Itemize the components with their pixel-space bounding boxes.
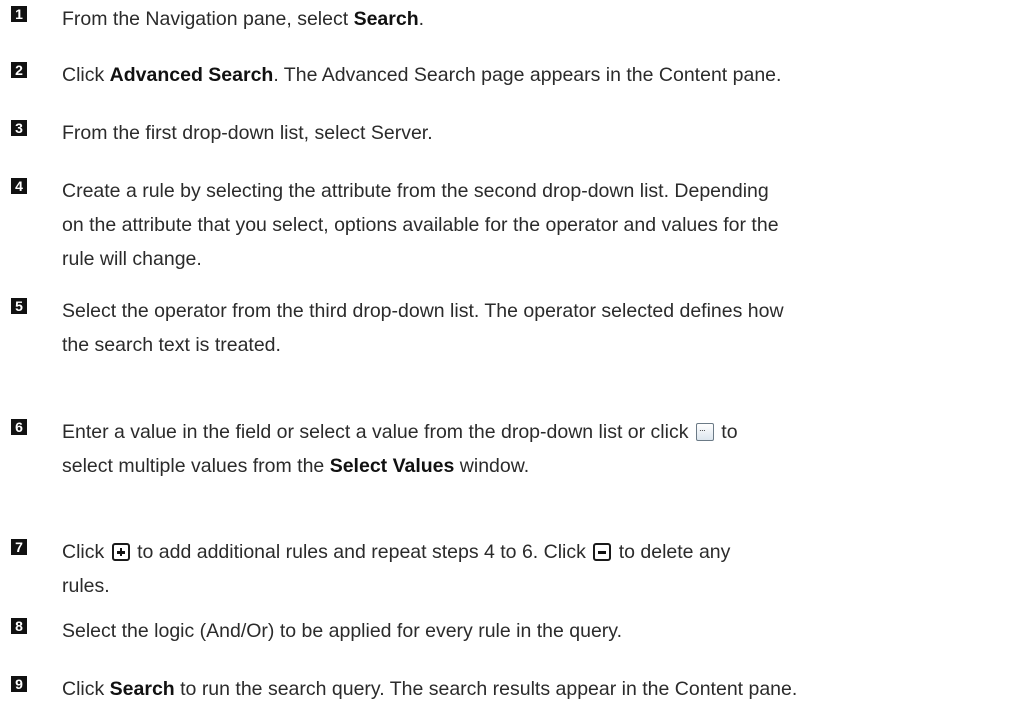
step-text-segment: rule will change. — [62, 248, 202, 270]
step-text-line: select multiple values from the Select V… — [62, 449, 1024, 483]
step-text-segment: Select the logic (And/Or) to be applied … — [62, 620, 623, 642]
step-number-badge: 3 — [11, 120, 27, 136]
step-text-segment: the search text is treated. — [62, 334, 281, 356]
step-text-line: rule will change. — [62, 242, 1024, 276]
add-rule-icon — [111, 543, 130, 561]
ui-element-name: Search — [109, 678, 175, 700]
step-text: Select the logic (And/Or) to be applied … — [62, 614, 1024, 648]
ui-element-name: Search — [353, 8, 419, 30]
step-text-segment: window. — [454, 455, 530, 477]
step-text-segment: to run the search query. The search resu… — [174, 678, 798, 700]
step-number-badge: 5 — [11, 298, 27, 314]
step-text-line: rules. — [62, 569, 1024, 603]
step-text-segment: From the Navigation pane, select — [62, 8, 354, 30]
step-text-segment: Click — [62, 541, 110, 563]
step-number-badge: 7 — [11, 539, 27, 555]
step-text-line: Click Advanced Search. The Advanced Sear… — [62, 58, 1024, 92]
step-text-segment: Select the operator from the third drop-… — [62, 300, 784, 322]
step-number-badge: 9 — [11, 676, 27, 692]
step-text-segment: on the attribute that you select, option… — [62, 214, 779, 236]
step-text-segment: Click — [62, 64, 110, 86]
step-text: Click Advanced Search. The Advanced Sear… — [62, 58, 1024, 92]
step-text: Select the operator from the third drop-… — [62, 294, 1024, 362]
step-text-segment: to delete any — [613, 541, 731, 563]
step-text-line: Create a rule by selecting the attribute… — [62, 174, 1024, 208]
step-text-line: From the Navigation pane, select Search. — [62, 2, 1024, 36]
step-text-line: Select the logic (And/Or) to be applied … — [62, 614, 1024, 648]
step-text-line: the search text is treated. — [62, 328, 1024, 362]
browse-values-icon — [695, 423, 714, 441]
step-number-badge: 6 — [11, 419, 27, 435]
step-text: From the Navigation pane, select Search. — [62, 2, 1024, 36]
step-text: Create a rule by selecting the attribute… — [62, 174, 1024, 276]
step-text: Click Search to run the search query. Th… — [62, 672, 1024, 706]
step-text-segment: From the first drop-down list, select Se… — [62, 122, 433, 144]
ui-element-name: Advanced Search — [109, 64, 274, 86]
step-number-badge: 8 — [11, 618, 27, 634]
ui-element-name: Select Values — [329, 455, 455, 477]
step-text: Click to add additional rules and repeat… — [62, 535, 1024, 603]
delete-rule-icon — [593, 543, 612, 561]
step-text-line: Select the operator from the third drop-… — [62, 294, 1024, 328]
step-text-line: Click to add additional rules and repeat… — [62, 535, 1024, 569]
step-text-segment: . — [418, 8, 425, 30]
step-text: Enter a value in the field or select a v… — [62, 415, 1024, 483]
instruction-steps: 1 From the Navigation pane, select Search… — [0, 0, 1029, 725]
step-number-badge: 2 — [11, 62, 27, 78]
step-text-segment: rules. — [62, 575, 110, 597]
step-number-badge: 1 — [11, 6, 27, 22]
step-text-segment: Create a rule by selecting the attribute… — [62, 180, 769, 202]
step-text-segment: to add additional rules and repeat steps… — [131, 541, 592, 563]
step-text: From the first drop-down list, select Se… — [62, 116, 1024, 150]
step-text-segment: Click — [62, 678, 110, 700]
step-text-segment: Enter a value in the field or select a v… — [62, 421, 694, 443]
step-text-line: on the attribute that you select, option… — [62, 208, 1024, 242]
step-text-segment: select multiple values from the — [62, 455, 330, 477]
step-text-line: Click Search to run the search query. Th… — [62, 672, 1024, 706]
step-number-badge: 4 — [11, 178, 27, 194]
step-text-segment: . The Advanced Search page appears in th… — [273, 64, 782, 86]
step-text-line: Enter a value in the field or select a v… — [62, 415, 1024, 449]
step-text-segment: to — [715, 421, 738, 443]
step-text-line: From the first drop-down list, select Se… — [62, 116, 1024, 150]
